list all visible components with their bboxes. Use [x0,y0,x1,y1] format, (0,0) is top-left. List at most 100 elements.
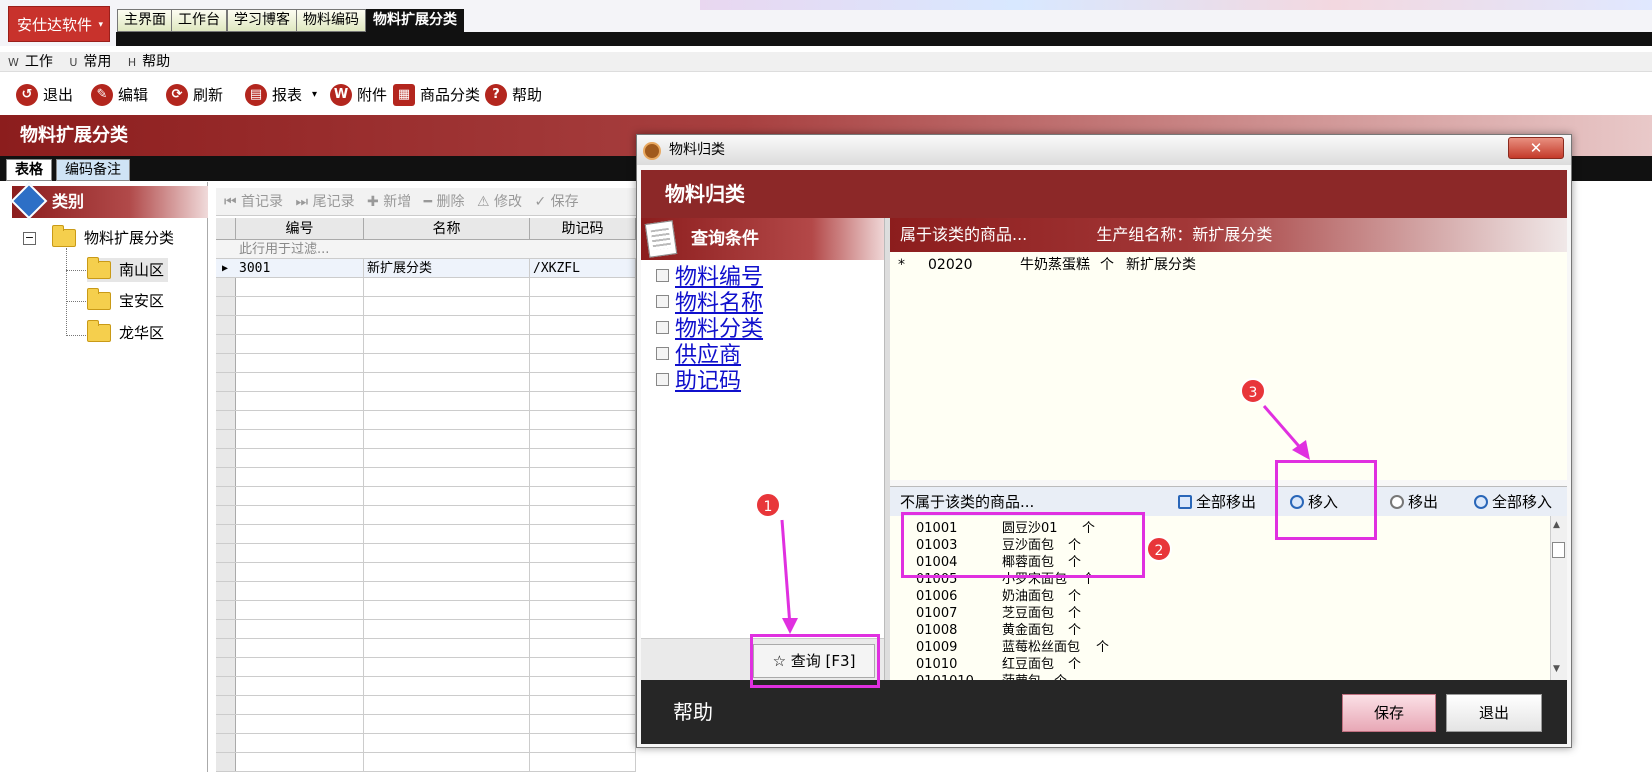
belong-row-unit: 个 [1100,257,1114,273]
edit-button[interactable]: ✎ 编辑 [91,82,148,108]
move-in-all-button[interactable]: 全部移入 [1474,491,1552,513]
delete-button[interactable]: ━ 删除 [424,194,465,210]
empty-row [216,544,636,563]
menu-help[interactable]: H 帮助 [128,54,176,70]
item-unit: 个 [1068,589,1082,604]
dialog-banner: 物料归类 [641,170,1567,218]
dialog-titlebar[interactable]: 物料归类 [637,135,1571,165]
empty-cell [236,506,364,525]
filter-hint: 此行用于过滤... [239,242,330,257]
empty-cell [236,468,364,487]
empty-cell [364,411,530,430]
empty-cell [364,639,530,658]
save-button[interactable]: 保存 [1342,694,1436,732]
empty-row [216,411,636,430]
col-header-code[interactable]: 编号 [236,218,364,240]
empty-row [216,696,636,715]
move-out-button[interactable]: 移出 [1390,491,1438,513]
scroll-up-icon[interactable]: ▲ [1553,520,1560,530]
tree-root-item[interactable]: 物料扩展分类 [52,225,174,250]
tab-code-notes[interactable]: 编码备注 [56,159,130,181]
list-item[interactable]: 01007 芝豆面包个 [912,605,1512,622]
search-icon [1390,495,1404,509]
empty-cell [236,677,364,696]
tab-material-code[interactable]: 物料编码 [296,9,366,32]
refresh-button[interactable]: ⟳ 刷新 [166,82,223,108]
list-item[interactable]: 01009 蓝莓松丝面包个 [912,639,1512,656]
empty-cell [236,753,364,772]
report-button[interactable]: ▤ 报表 [245,82,302,108]
filter-row[interactable]: 此行用于过滤... [216,240,636,259]
grid-corner [216,218,236,240]
empty-row [216,278,636,297]
last-record-button[interactable]: ⏭ 尾记录 [296,194,355,210]
scroll-thumb[interactable] [1552,542,1565,558]
item-unit: 个 [1068,657,1082,672]
first-record-button[interactable]: ⏮ 首记录 [224,194,283,210]
exit-dialog-button[interactable]: 退出 [1446,694,1542,732]
close-button[interactable]: ✕ [1508,137,1564,159]
list-item[interactable]: 01006 奶油面包个 [912,588,1512,605]
list-item[interactable]: 01008 黄金面包个 [912,622,1512,639]
belong-row-code[interactable]: 02020 [928,256,973,274]
checkbox[interactable] [656,294,669,308]
item-name: 黄金面包 [1002,623,1055,638]
exit-button[interactable]: ↺ 退出 [16,82,73,108]
empty-cell [236,335,364,354]
list-item[interactable]: 01010 红豆面包个 [912,656,1512,673]
checkbox[interactable] [656,320,669,334]
empty-cell [530,297,636,316]
brand-menu-button[interactable]: 安仕达软件 ▾ [8,6,110,42]
empty-cell [530,696,636,715]
report-dropdown[interactable]: ▾ [312,82,317,108]
cell-mnemonic: /XKZFL [530,259,636,278]
tree-line [66,248,67,336]
goods-class-button[interactable]: ▦ 商品分类 [393,82,480,108]
col-header-mnemonic[interactable]: 助记码 [530,218,636,240]
save-grid-button[interactable]: ✓ 保存 [534,194,578,210]
tab-material-ext-class[interactable]: 物料扩展分类 [366,9,464,32]
belong-row-class: 新扩展分类 [1126,257,1196,273]
empty-cell [364,563,530,582]
scroll-down-icon[interactable]: ▼ [1553,664,1560,674]
tree-item-nanshan[interactable]: 南山区 [87,257,169,282]
scrollbar[interactable] [1550,516,1567,680]
item-code: 01006 [916,589,958,604]
empty-row [216,297,636,316]
empty-cell [530,487,636,506]
menu-work[interactable]: W 工作 [8,54,59,70]
help-button[interactable]: ? 帮助 [485,82,542,108]
checkbox[interactable] [656,346,669,360]
empty-cell [530,582,636,601]
attach-button[interactable]: W 附件 [330,82,387,108]
query-item-mnemonic[interactable]: 助记码 [656,366,741,394]
empty-cell [364,734,530,753]
empty-row [216,506,636,525]
menu-common[interactable]: U 常用 [69,54,117,70]
folder-icon [52,225,76,247]
empty-cell [364,278,530,297]
checkbox[interactable] [656,372,669,386]
tree-item-baoan[interactable]: 宝安区 [87,288,164,313]
tree-branch [66,335,88,336]
tab-workbench[interactable]: 工作台 [171,9,227,32]
table-row[interactable]: ▶ 3001 新扩展分类 /XKZFL [216,259,636,278]
calendar-icon: ▦ [393,84,415,106]
move-out-all-button[interactable]: 全部移出 [1178,491,1256,513]
empty-cell [530,392,636,411]
belong-row-name[interactable]: 牛奶蒸蛋糕 [1020,256,1090,274]
tab-table[interactable]: 表格 [6,159,52,181]
checkbox[interactable] [656,268,669,282]
tab-strip [116,32,1652,46]
col-header-name[interactable]: 名称 [364,218,530,240]
exit-icon: ↺ [16,84,38,106]
highlight-move-in [1275,460,1377,540]
query-header: 查询条件 [641,218,885,260]
tree-item-longhua[interactable]: 龙华区 [87,320,164,345]
empty-cell [530,373,636,392]
tab-main[interactable]: 主界面 [117,9,173,32]
collapse-toggle[interactable]: − [23,232,36,245]
modify-button[interactable]: ⚠ 修改 [477,194,522,210]
tab-blog[interactable]: 学习博客 [227,9,297,32]
add-button[interactable]: ✚ 新增 [367,194,411,210]
